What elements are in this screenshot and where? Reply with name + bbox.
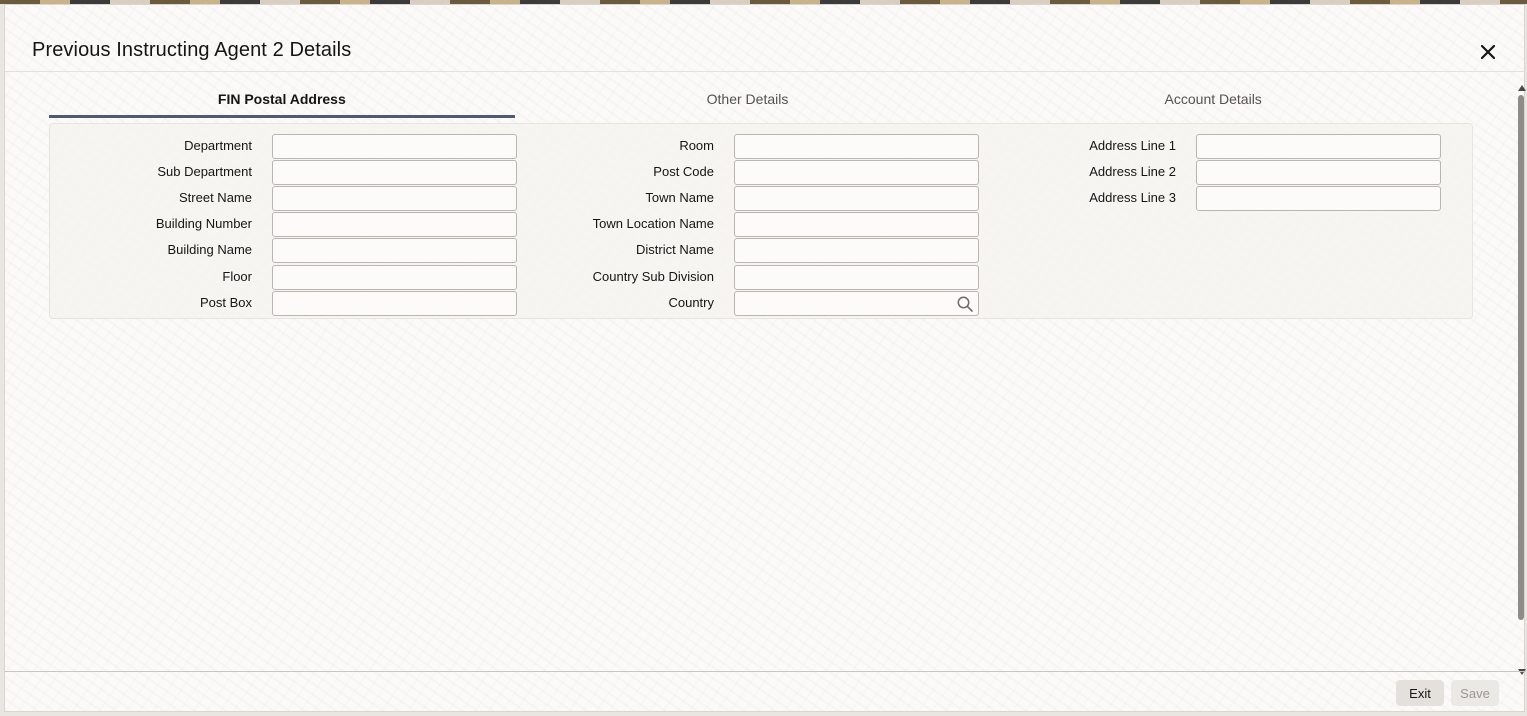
district-name-field[interactable] bbox=[734, 238, 979, 263]
street-name-field[interactable] bbox=[272, 186, 517, 211]
post-box-field[interactable] bbox=[272, 291, 517, 316]
country-label: Country bbox=[668, 295, 714, 310]
country-sub-division-field[interactable] bbox=[734, 265, 979, 290]
close-icon bbox=[1481, 45, 1495, 59]
search-icon[interactable] bbox=[956, 295, 974, 313]
address-line-3-field[interactable] bbox=[1196, 186, 1441, 211]
address-line-2-field[interactable] bbox=[1196, 160, 1441, 185]
scroll-down-arrow-icon[interactable] bbox=[1518, 669, 1526, 675]
address-line-1-label: Address Line 1 bbox=[1089, 138, 1176, 153]
post-code-label: Post Code bbox=[653, 164, 714, 179]
scrollbar-thumb[interactable] bbox=[1518, 95, 1524, 620]
address-line-2-label: Address Line 2 bbox=[1089, 164, 1176, 179]
building-name-label: Building Name bbox=[167, 242, 252, 257]
tab-bar: FIN Postal Address Other Details Account… bbox=[49, 85, 1446, 118]
address-line-3-label: Address Line 3 bbox=[1089, 190, 1176, 205]
building-number-label: Building Number bbox=[155, 216, 252, 231]
scroll-up-arrow-icon[interactable] bbox=[1518, 85, 1526, 91]
country-sub-division-label: Country Sub Division bbox=[592, 269, 714, 284]
sub-department-label: Sub Department bbox=[157, 164, 252, 179]
building-name-field[interactable] bbox=[272, 238, 517, 263]
post-code-field[interactable] bbox=[734, 160, 979, 185]
address-line-1-field[interactable] bbox=[1196, 134, 1441, 159]
room-field[interactable] bbox=[734, 134, 979, 159]
town-location-name-label: Town Location Name bbox=[592, 216, 714, 231]
post-box-label: Post Box bbox=[199, 295, 252, 310]
district-name-label: District Name bbox=[635, 242, 714, 257]
dialog-title: Previous Instructing Agent 2 Details bbox=[32, 39, 352, 61]
details-dialog: Previous Instructing Agent 2 Details FIN… bbox=[4, 4, 1526, 712]
floor-field[interactable] bbox=[272, 265, 517, 290]
sub-department-field[interactable] bbox=[272, 160, 517, 185]
footer-divider bbox=[5, 671, 1526, 672]
save-button[interactable]: Save bbox=[1451, 680, 1499, 706]
tab-fin-postal-address[interactable]: FIN Postal Address bbox=[49, 85, 515, 118]
room-label: Room bbox=[679, 138, 714, 153]
fin-postal-address-panel: Department Sub Department Street Name Bu… bbox=[49, 123, 1473, 319]
close-button[interactable] bbox=[1475, 39, 1501, 65]
tab-account-details[interactable]: Account Details bbox=[980, 85, 1446, 117]
building-number-field[interactable] bbox=[272, 212, 517, 237]
exit-button[interactable]: Exit bbox=[1396, 680, 1444, 706]
country-field[interactable] bbox=[734, 291, 979, 316]
floor-label: Floor bbox=[222, 269, 252, 284]
vertical-scrollbar[interactable] bbox=[1517, 85, 1526, 675]
department-label: Department bbox=[184, 138, 252, 153]
street-name-label: Street Name bbox=[179, 190, 252, 205]
town-name-label: Town Name bbox=[645, 190, 714, 205]
town-name-field[interactable] bbox=[734, 186, 979, 211]
department-field[interactable] bbox=[272, 134, 517, 159]
header-divider bbox=[5, 71, 1526, 72]
town-location-name-field[interactable] bbox=[734, 212, 979, 237]
tab-other-details[interactable]: Other Details bbox=[515, 85, 981, 117]
